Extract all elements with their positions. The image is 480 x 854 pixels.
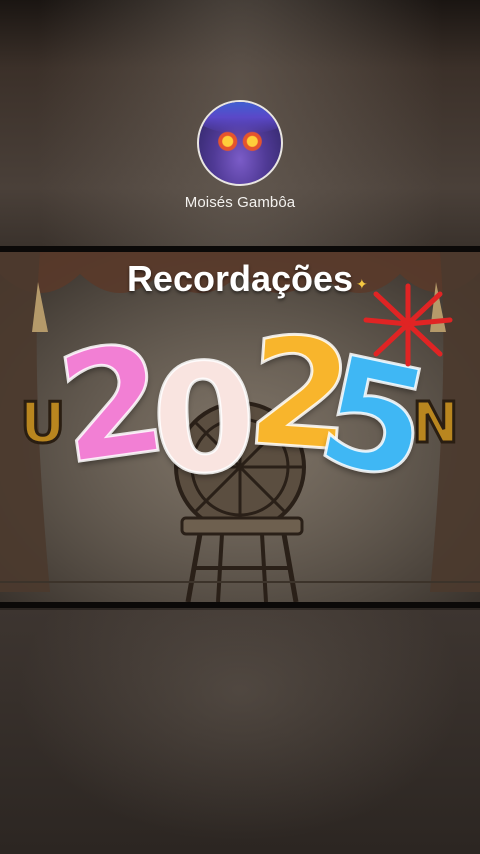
avatar-hair — [199, 102, 281, 134]
sparkle-icon: ✦ — [356, 276, 368, 292]
blurred-background-bottom — [0, 610, 480, 854]
username[interactable]: Moisés Gambôa — [0, 194, 480, 211]
profile-header[interactable]: Moisés Gambôa — [0, 100, 480, 211]
firework-icon — [363, 283, 453, 367]
avatar[interactable] — [197, 100, 283, 186]
